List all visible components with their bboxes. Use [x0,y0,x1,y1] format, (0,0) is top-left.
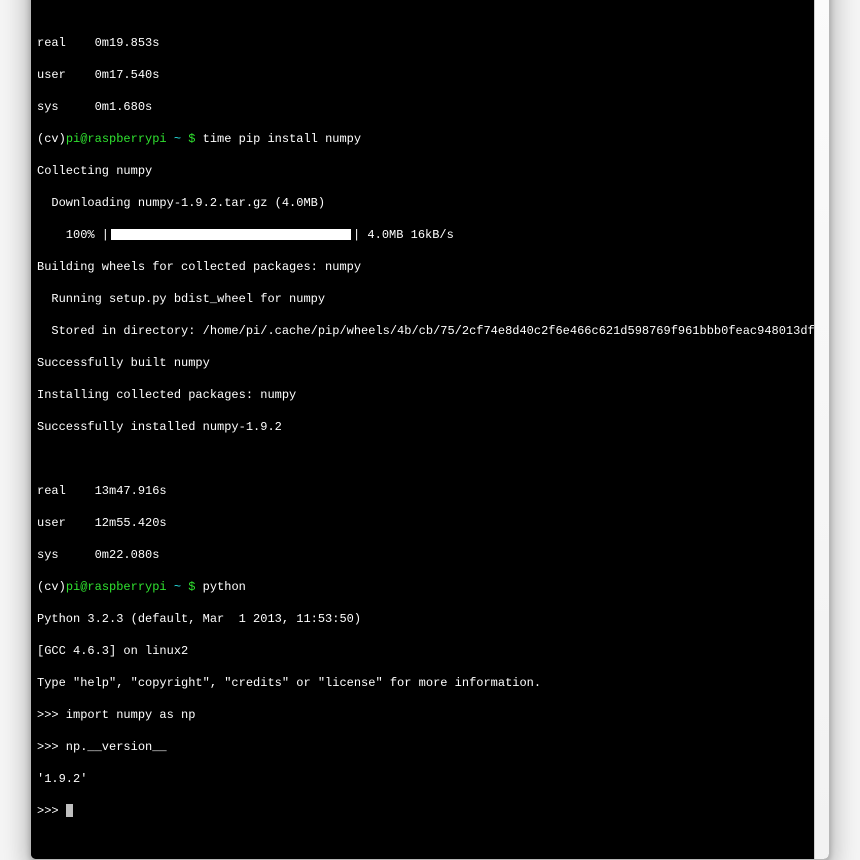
repl-result: '1.9.2' [37,771,808,787]
scrollbar[interactable] [814,0,829,859]
progress-rate: | 4.0MB 16kB/s [353,228,454,242]
terminal-window: BookBuild — pi@raspberrypi: ~ — ssh — 12… [30,0,830,860]
out-line: Successfully built numpy [37,355,808,371]
cmd-python: python [203,580,246,594]
out-line: Python 3.2.3 (default, Mar 1 2013, 11:53… [37,611,808,627]
out-line: Downloading numpy-1.9.2.tar.gz (4.0MB) [37,195,808,211]
prompt-symbol: $ [188,132,195,146]
time-real: real 0m19.853s [37,35,808,51]
repl-line: >>> import numpy as np [37,707,808,723]
time-sys: sys 0m1.680s [37,99,808,115]
out-line: Successfully installed numpy-1.9.2 [37,419,808,435]
progress-bar [111,229,351,240]
prompt-symbol: $ [188,580,195,594]
out-line: [GCC 4.6.3] on linux2 [37,643,808,659]
out-line: Type "help", "copyright", "credits" or "… [37,675,808,691]
repl-line: >>> np.__version__ [37,739,808,755]
venv-tag: (cv) [37,580,66,594]
time-real: real 13m47.916s [37,483,808,499]
out-line: Installing collected packages: numpy [37,387,808,403]
time-user: user 0m17.540s [37,67,808,83]
venv-tag: (cv) [37,132,66,146]
out-line: Building wheels for collected packages: … [37,259,808,275]
terminal-area: pi@raspberrypi ~ $ vi .profile pi@raspbe… [31,0,829,859]
cmd-pip: time pip install numpy [203,132,361,146]
prompt-cwd: ~ [174,132,181,146]
terminal-output[interactable]: pi@raspberrypi ~ $ vi .profile pi@raspbe… [31,0,814,859]
progress-pct: 100% | [37,228,109,242]
prompt-user: pi@raspberrypi [66,132,167,146]
prompt-user: pi@raspberrypi [66,580,167,594]
out-line: Collecting numpy [37,163,808,179]
repl-prompt: >>> [37,804,66,818]
time-user: user 12m55.420s [37,515,808,531]
prompt-cwd: ~ [174,580,181,594]
out-line: Running setup.py bdist_wheel for numpy [37,291,808,307]
cursor-icon [66,804,73,817]
time-sys: sys 0m22.080s [37,547,808,563]
out-line: Stored in directory: /home/pi/.cache/pip… [37,323,808,339]
